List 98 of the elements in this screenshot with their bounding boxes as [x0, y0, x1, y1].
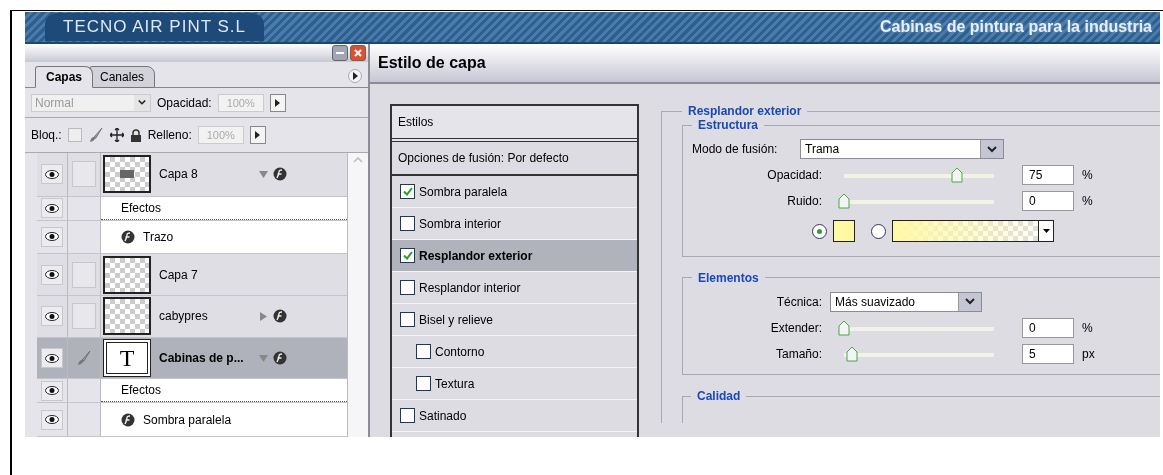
eye-icon	[45, 270, 59, 280]
checkbox[interactable]	[400, 408, 415, 423]
checkbox[interactable]	[416, 376, 431, 391]
blend-mode-dropdown[interactable]: Trama	[800, 139, 1004, 160]
effects-label: Efectos	[121, 383, 162, 398]
unit-label: %	[1082, 168, 1093, 183]
group-title: Calidad	[696, 389, 742, 404]
panel-tab[interactable]: Capas	[35, 66, 94, 88]
expand-arrow-icon[interactable]	[259, 169, 268, 179]
arrow-icon	[255, 131, 261, 139]
layer-row[interactable]: Capa 8	[37, 153, 347, 197]
layer-row[interactable]: cabypres	[37, 296, 347, 338]
layer-thumbnail: T	[103, 339, 151, 378]
number-field[interactable]: 0	[1022, 317, 1074, 338]
panel-menu-button[interactable]	[348, 69, 362, 83]
image-icon	[120, 170, 134, 179]
visibility-toggle[interactable]	[41, 264, 63, 285]
effect-name[interactable]: Sombra paralela	[143, 412, 232, 427]
technique-dropdown[interactable]: Más suavizado	[830, 291, 982, 312]
close-icon	[354, 49, 362, 57]
slider-thumb[interactable]	[838, 193, 850, 210]
visibility-toggle[interactable]	[41, 306, 63, 327]
checkbox[interactable]	[400, 184, 415, 199]
unit-label: %	[1082, 320, 1093, 335]
eye-icon	[45, 353, 59, 363]
eye-icon	[45, 203, 59, 213]
unit-label: px	[1082, 346, 1095, 361]
eye-icon	[45, 415, 59, 425]
effects-icon	[121, 229, 135, 244]
brush-icon	[87, 127, 104, 143]
checkbox[interactable]	[400, 248, 415, 263]
unit-label: %	[1082, 194, 1093, 209]
number-field[interactable]: 75	[1022, 165, 1074, 186]
eye-icon	[45, 386, 59, 396]
gradient-picker[interactable]	[892, 220, 1054, 243]
fill-label: Relleno:	[147, 128, 192, 142]
effects-icon	[121, 412, 135, 427]
scrollbar[interactable]	[347, 153, 368, 437]
visibility-toggle[interactable]	[41, 348, 63, 369]
layer-row[interactable]: Capa 7	[37, 254, 347, 296]
checkbox[interactable]	[400, 312, 415, 327]
expand-arrow-icon[interactable]	[259, 311, 268, 321]
styles-header[interactable]: Estilos	[392, 106, 637, 142]
visibility-toggle[interactable]	[41, 409, 63, 430]
group-title: Elementos	[697, 270, 760, 285]
eye-icon	[45, 232, 59, 242]
fill-arrow-button[interactable]	[249, 126, 266, 144]
checkbox[interactable]	[416, 344, 431, 359]
layer-name: Cabinas de p...	[159, 351, 245, 366]
move-icon[interactable]	[109, 128, 124, 142]
close-button[interactable]	[350, 45, 366, 61]
company-name: TECNO AIR PINT S.L	[45, 13, 264, 41]
visibility-toggle[interactable]	[41, 380, 63, 401]
slider-thumb[interactable]	[845, 345, 858, 362]
minimize-button[interactable]	[332, 45, 348, 61]
visibility-toggle[interactable]	[41, 198, 63, 219]
section-title: Resplandor exterior	[687, 104, 803, 118]
dialog-title: Estilo de capa	[370, 44, 1160, 84]
lock-label: Bloq.:	[31, 128, 62, 142]
radio-dot-icon	[817, 228, 822, 234]
slider-thumb[interactable]	[950, 167, 963, 184]
layer-name: Capa 8	[159, 167, 199, 182]
visibility-toggle[interactable]	[41, 226, 63, 247]
visibility-toggle[interactable]	[41, 164, 63, 185]
checkbox[interactable]	[400, 280, 415, 295]
arrow-icon	[352, 72, 358, 80]
panel-tab[interactable]: Canales	[89, 66, 156, 88]
opacity-label: Opacidad:	[157, 95, 212, 110]
slider-label: Extender:	[769, 320, 822, 335]
style-item[interactable]: Resplandor exterior	[392, 240, 637, 272]
number-field[interactable]: 0	[1022, 191, 1074, 212]
slider-label: Tamaño:	[774, 346, 822, 361]
field-label: Modo de fusión:	[692, 142, 779, 157]
checkmark-icon	[402, 251, 413, 260]
effects-label: Efectos	[121, 200, 162, 215]
slider-label: Opacidad:	[766, 168, 822, 183]
lock-icon[interactable]	[129, 128, 142, 142]
eye-icon	[45, 311, 59, 321]
layer-name: Capa 7	[159, 267, 199, 282]
number-field[interactable]: 5	[1022, 343, 1074, 364]
layer-row[interactable]: T Cabinas de p...	[37, 337, 347, 380]
radio-button[interactable]	[871, 223, 886, 239]
arrow-icon	[275, 98, 281, 107]
radio-button[interactable]	[812, 223, 827, 239]
layer-name: cabypres	[159, 309, 209, 324]
slider-thumb[interactable]	[838, 319, 850, 336]
group-title: Estructura	[697, 118, 760, 132]
slider-label: Ruido:	[786, 194, 822, 209]
field-label: Técnica:	[775, 294, 822, 309]
dropdown-arrow-icon	[1042, 229, 1050, 234]
checkbox[interactable]	[400, 216, 415, 231]
color-swatch[interactable]	[833, 220, 855, 243]
minimize-icon	[336, 52, 344, 54]
eye-icon	[45, 169, 59, 179]
opacity-arrow-button[interactable]	[269, 93, 286, 112]
checkmark-icon	[402, 187, 413, 196]
effect-name[interactable]: Trazo	[143, 229, 174, 244]
banner-slogan: Cabinas de pintura para la industria	[879, 18, 1152, 36]
